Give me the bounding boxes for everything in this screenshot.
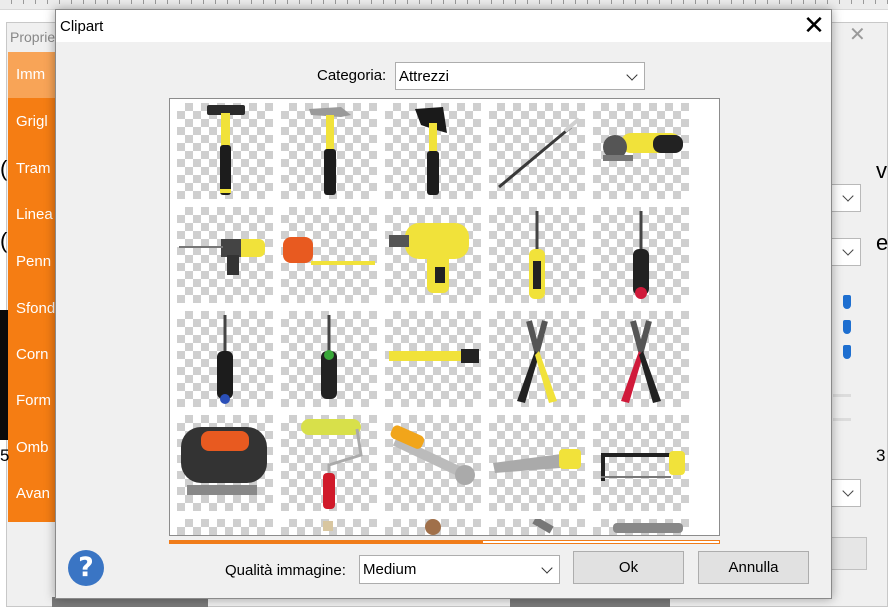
sidebar-item-ombra[interactable]: Omb bbox=[16, 439, 56, 456]
background-right-glyph: 3 bbox=[876, 446, 886, 465]
jigsaw-icon bbox=[181, 427, 267, 495]
clipart-tile-angle-grinder[interactable] bbox=[593, 103, 689, 199]
close-icon[interactable]: ✕ bbox=[802, 12, 826, 39]
hammer-drill-icon bbox=[179, 239, 265, 275]
clipart-tile-clipart-partial-3[interactable] bbox=[385, 519, 481, 535]
clipart-tile-screwdriver-green[interactable] bbox=[281, 311, 377, 407]
axe-icon bbox=[415, 107, 447, 195]
dialog-titlebar: Clipart ✕ bbox=[56, 10, 831, 42]
hand-saw-icon bbox=[493, 449, 581, 473]
clipart-tile-power-drill[interactable] bbox=[385, 207, 481, 303]
hacksaw-icon bbox=[601, 451, 685, 481]
background-slider-handle[interactable] bbox=[843, 295, 851, 309]
screwdriver-red-icon bbox=[633, 211, 649, 299]
folding-ruler-icon bbox=[389, 349, 479, 363]
clipart-partial-2-icon bbox=[323, 521, 333, 531]
category-value: Attrezzi bbox=[399, 68, 450, 85]
clipart-tile-clipart-partial-4[interactable] bbox=[489, 519, 585, 535]
sidebar-item-cornice[interactable]: Corn bbox=[16, 346, 56, 363]
clipart-tile-tape-measure[interactable] bbox=[281, 207, 377, 303]
clipart-partial-5-icon bbox=[613, 523, 683, 533]
background-dropdown[interactable] bbox=[831, 238, 861, 266]
background-panel-title: Proprie bbox=[10, 29, 56, 45]
sidebar-item-forma[interactable]: Form bbox=[16, 392, 56, 409]
clipart-gallery bbox=[169, 98, 720, 536]
chevron-down-icon bbox=[541, 562, 553, 574]
clipart-tile-pliers-yellow[interactable] bbox=[489, 311, 585, 407]
pliers-yellow-icon bbox=[517, 320, 557, 403]
clipart-tile-screwdriver-yellow[interactable] bbox=[489, 207, 585, 303]
background-dropdown[interactable] bbox=[831, 479, 861, 507]
clipart-tile-hacksaw[interactable] bbox=[593, 415, 689, 511]
clipart-dialog: Clipart ✕ Categoria: Attrezzi ? Qualità … bbox=[55, 9, 832, 599]
background-left-glyph: 5 bbox=[0, 446, 10, 465]
question-icon[interactable]: ? bbox=[68, 550, 104, 586]
power-drill-icon bbox=[389, 223, 469, 293]
sidebar-item-griglia[interactable]: Grigl bbox=[16, 113, 56, 130]
sidebar-item-immagine[interactable]: Imm bbox=[16, 66, 56, 83]
background-canvas-edge bbox=[0, 310, 8, 440]
paint-roller-icon bbox=[301, 419, 363, 509]
clipart-partial-3-icon bbox=[425, 519, 441, 535]
clipart-partial-1-icon bbox=[177, 519, 273, 536]
quality-value: Medium bbox=[363, 561, 417, 578]
background-slider-track bbox=[833, 394, 851, 397]
tape-measure-icon bbox=[283, 237, 375, 265]
adjustable-wrench-icon bbox=[390, 425, 475, 485]
pliers-red-icon bbox=[621, 320, 661, 403]
sidebar-item-linea[interactable]: Linea bbox=[16, 206, 56, 223]
screwdriver-blue-icon bbox=[217, 315, 233, 404]
background-left-glyph: ( bbox=[0, 228, 8, 253]
sidebar-item-penna[interactable]: Penn bbox=[16, 253, 56, 270]
background-right-glyph: e bbox=[876, 230, 888, 255]
background-slider-track bbox=[833, 418, 851, 421]
quality-label: Qualità immagine: bbox=[225, 562, 346, 579]
clipart-tile-hammer[interactable] bbox=[281, 103, 377, 199]
ok-button[interactable]: Ok bbox=[573, 551, 684, 584]
clipart-tile-screwdriver-red[interactable] bbox=[593, 207, 689, 303]
clipart-tile-clipart-partial-2[interactable] bbox=[281, 519, 377, 535]
background-slider-handle[interactable] bbox=[843, 345, 851, 359]
clipart-tile-hand-saw[interactable] bbox=[489, 415, 585, 511]
clipart-tile-hammer-drill[interactable] bbox=[177, 207, 273, 303]
background-dropdown[interactable] bbox=[831, 184, 861, 212]
category-label: Categoria: bbox=[317, 67, 387, 84]
screwdriver-yellow-icon bbox=[529, 211, 545, 299]
clipart-tile-pliers-red[interactable] bbox=[593, 311, 689, 407]
clipart-partial-4-icon bbox=[532, 519, 554, 534]
clipart-tile-axe[interactable] bbox=[385, 103, 481, 199]
clipart-tile-screwdriver-blue[interactable] bbox=[177, 311, 273, 407]
quality-dropdown[interactable]: Medium bbox=[359, 555, 560, 584]
clipart-tile-adjustable-wrench[interactable] bbox=[385, 415, 481, 511]
background-close-icon[interactable]: ✕ bbox=[849, 25, 866, 45]
category-dropdown[interactable]: Attrezzi bbox=[395, 62, 645, 90]
dialog-title: Clipart bbox=[60, 18, 104, 35]
cancel-button[interactable]: Annulla bbox=[698, 551, 809, 584]
clipart-tile-clipart-partial-5[interactable] bbox=[593, 519, 689, 535]
clipart-tile-clipart-partial-1[interactable] bbox=[177, 519, 273, 536]
clipart-tile-folding-ruler[interactable] bbox=[385, 311, 481, 407]
clipart-tile-long-screwdriver[interactable] bbox=[489, 103, 585, 199]
background-slider-handle[interactable] bbox=[843, 320, 851, 334]
background-right-glyph: v bbox=[876, 158, 887, 183]
claw-hammer-icon bbox=[207, 105, 245, 195]
background-left-glyph: ( bbox=[0, 156, 8, 181]
long-screwdriver-icon bbox=[498, 117, 581, 189]
clipart-tile-paint-roller[interactable] bbox=[281, 415, 377, 511]
screwdriver-green-icon bbox=[321, 315, 337, 399]
clipart-tile-claw-hammer[interactable] bbox=[177, 103, 273, 199]
sidebar-item-avanzate[interactable]: Avan bbox=[16, 485, 56, 502]
chevron-down-icon bbox=[626, 69, 638, 81]
sidebar-item-trama[interactable]: Tram bbox=[16, 160, 56, 177]
progress-fill bbox=[170, 541, 483, 543]
background-button[interactable] bbox=[831, 537, 867, 570]
clipart-tile-jigsaw[interactable] bbox=[177, 415, 273, 511]
sidebar-item-sfondo[interactable]: Sfond bbox=[16, 300, 56, 317]
angle-grinder-icon bbox=[603, 133, 683, 161]
loading-progress-bar bbox=[169, 540, 720, 544]
hammer-icon bbox=[309, 107, 351, 195]
